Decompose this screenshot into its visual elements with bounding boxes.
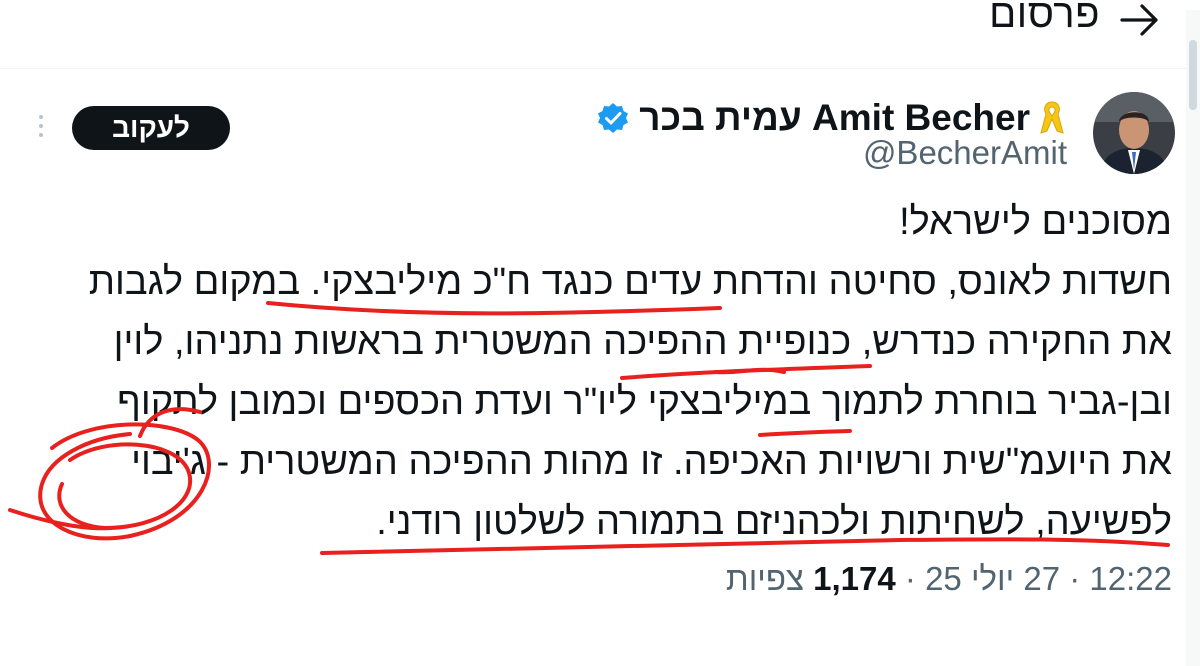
author-name-row[interactable]: עמית בכר Amit Becher <box>597 97 1066 139</box>
author-display-name[interactable]: עמית בכר Amit Becher <box>639 97 1030 139</box>
avatar[interactable] <box>1093 92 1175 174</box>
author-handle[interactable]: @BecherAmit <box>863 134 1067 172</box>
tweet-line: לפשיעה, לשחיתות ולכהניזם בתמורה לשלטון ר… <box>376 501 1172 543</box>
yellow-ribbon-icon <box>1040 101 1064 134</box>
tweet-line: ובן-גביר בוחרת לתמוך במיליבצקי ליו"ר ועד… <box>117 381 1172 423</box>
more-options-icon[interactable] <box>34 112 48 142</box>
views-count: 1,174 <box>813 560 896 597</box>
follow-button[interactable]: לעקוב <box>72 106 230 150</box>
page-title: פרסום <box>989 0 1100 36</box>
tweet-line: מסוכנים לישראל! <box>899 201 1172 243</box>
verified-badge-icon <box>598 103 629 133</box>
tweet-line: את היועמ"שית ורשויות האכיפה. זו מהות ההפ… <box>131 441 1172 483</box>
meta-separator: · <box>895 560 916 597</box>
tweet-time[interactable]: 12:22 <box>1089 560 1172 597</box>
scrollbar-thumb[interactable] <box>1189 40 1197 110</box>
top-bar: פרסום <box>0 0 1200 66</box>
header-divider <box>0 68 1200 69</box>
scrollbar[interactable] <box>1186 10 1200 666</box>
tweet-meta: 12:22 · 27 יולי 25 · 1,174 צפיות <box>726 560 1172 598</box>
tweet-date[interactable]: 27 יולי 25 <box>925 560 1060 597</box>
meta-separator: · <box>1060 560 1081 597</box>
tweet-line: את החקירה כנדרש, כנופיית ההפיכה המשטרית … <box>113 321 1172 363</box>
tweet-line: חשדות לאונס, סחיטה והדחת עדים כנגד ח"כ מ… <box>88 261 1172 303</box>
tweet-text: מסוכנים לישראל! חשדות לאונס, סחיטה והדחת… <box>7 192 1172 552</box>
arrow-right-icon[interactable] <box>1118 0 1164 40</box>
views-label: צפיות <box>725 560 804 597</box>
